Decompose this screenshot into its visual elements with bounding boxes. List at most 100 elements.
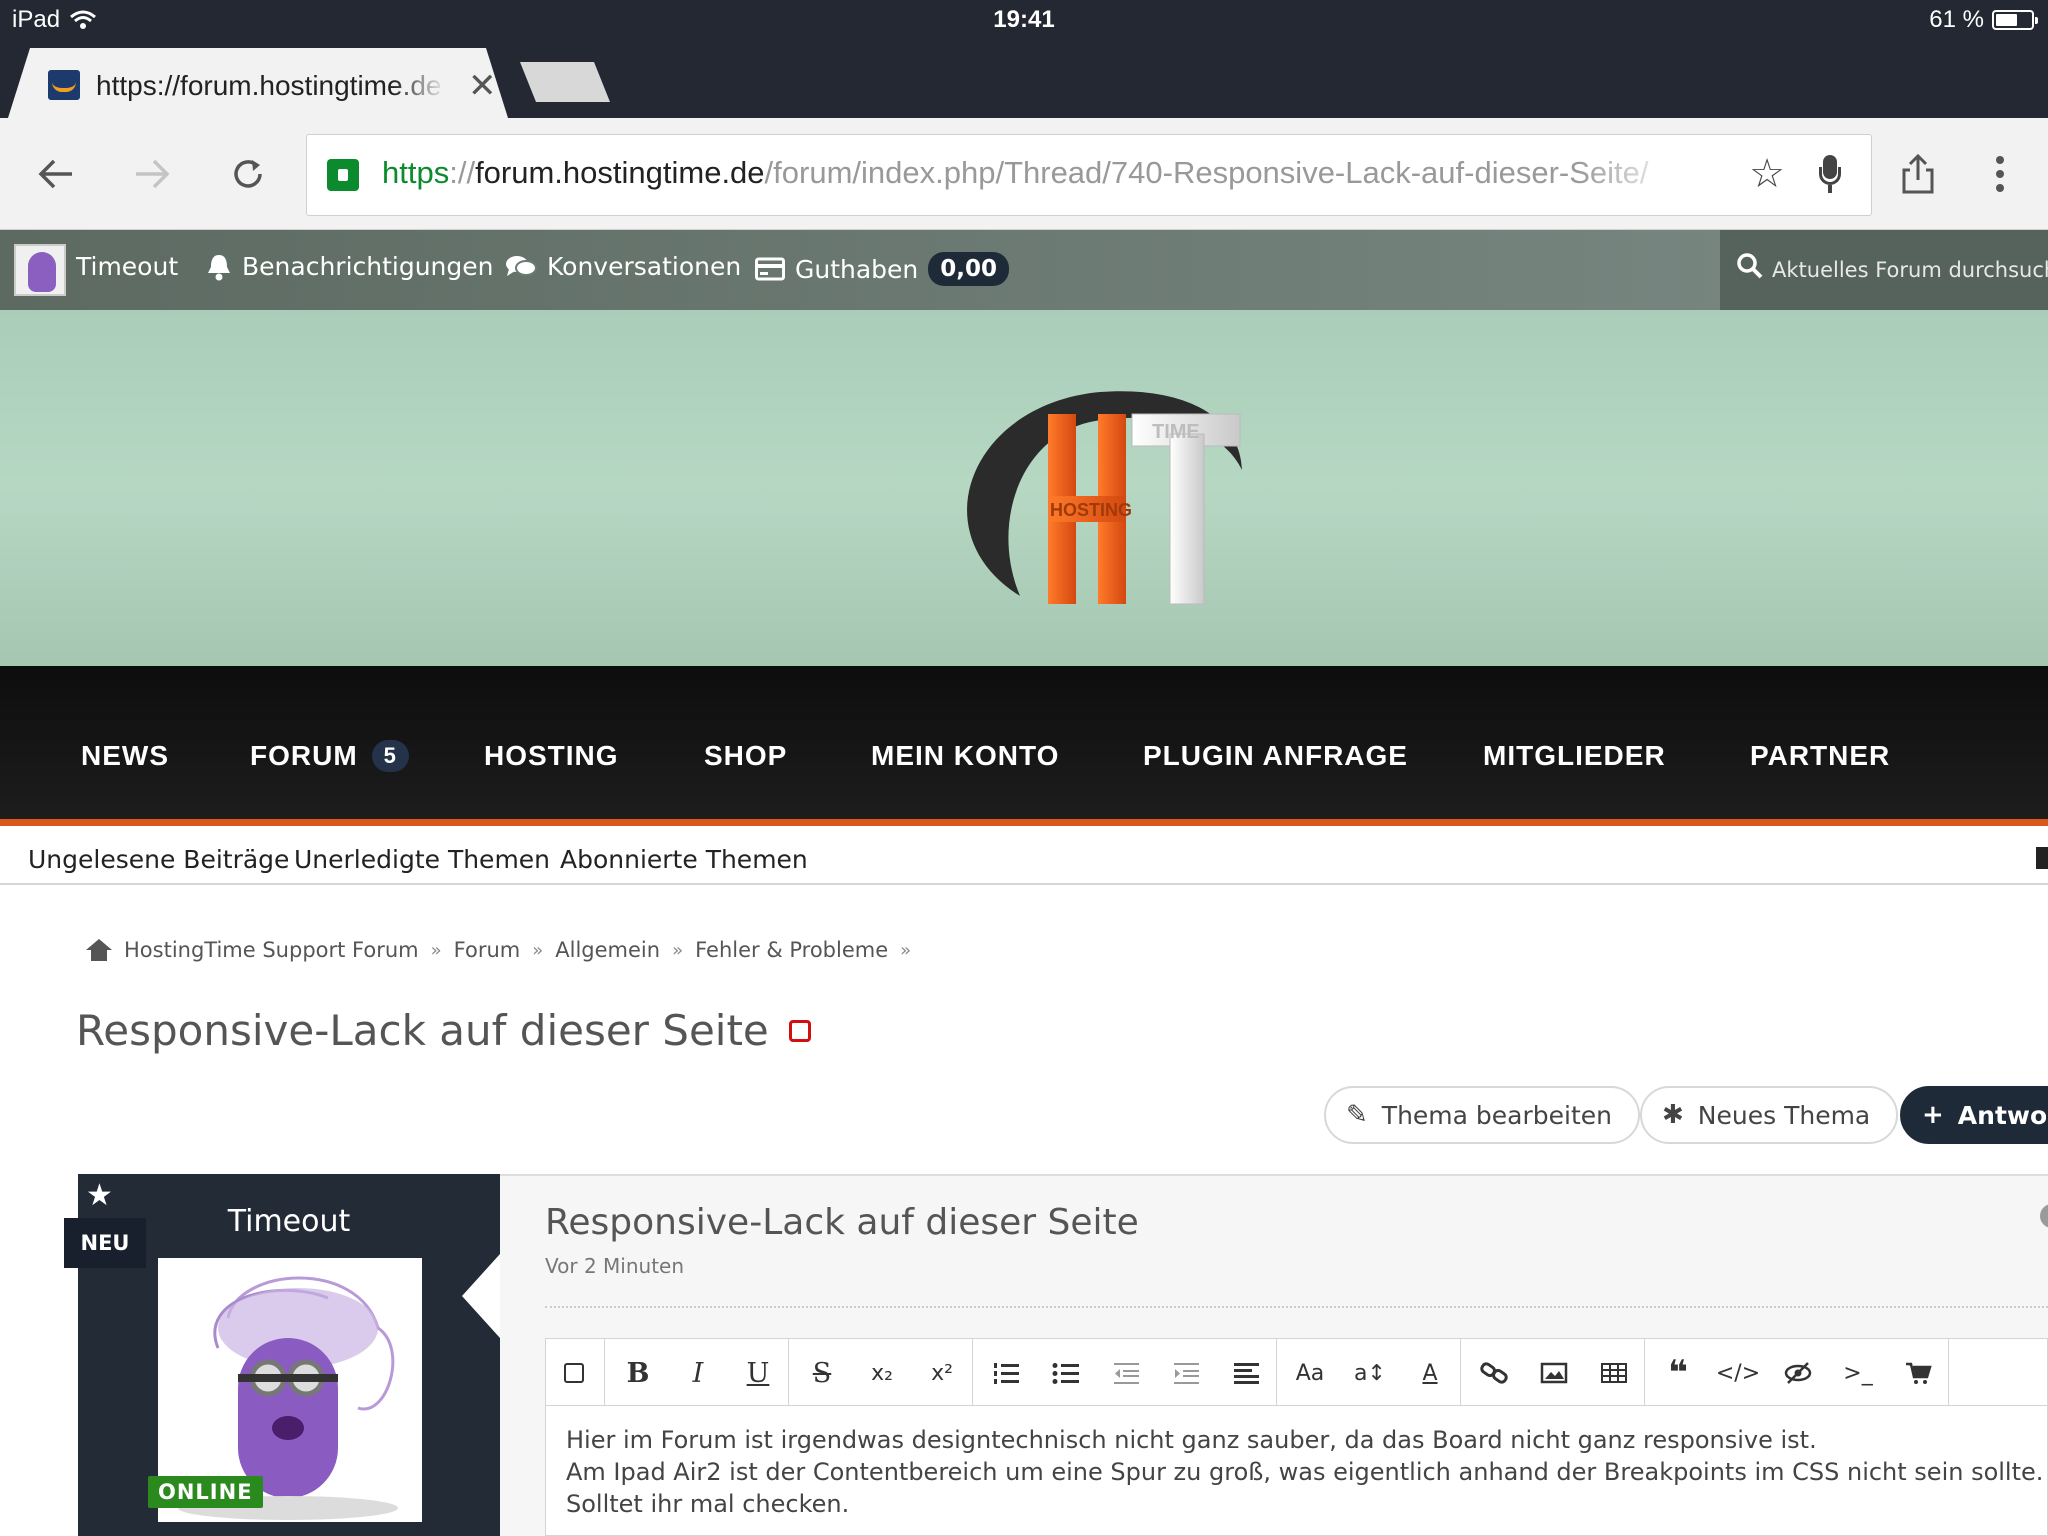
breadcrumb-separator: » <box>672 939 684 961</box>
bold-icon[interactable]: B <box>616 1351 660 1395</box>
conversations-label: Konversationen <box>547 252 742 281</box>
balance-link[interactable]: Guthaben 0,00 <box>755 252 1010 286</box>
pencil-icon: ✎ <box>1346 1100 1368 1130</box>
nav-forum[interactable]: FORUM 5 <box>250 740 409 772</box>
avatar-figure <box>28 252 56 292</box>
nav-mitglieder[interactable]: MITGLIEDER <box>1483 740 1666 772</box>
share-icon[interactable] <box>1890 146 1946 202</box>
breadcrumb-item[interactable]: Fehler & Probleme <box>695 938 888 962</box>
plus-icon: + <box>1922 1100 1944 1130</box>
nav-mein-konto[interactable]: MEIN KONTO <box>871 740 1059 772</box>
subnav-unresolved-threads[interactable]: Unerledigte Themen <box>294 845 550 874</box>
new-tab-button[interactable] <box>520 62 610 102</box>
font-color-icon[interactable]: A <box>1408 1351 1452 1395</box>
browser-toolbar: https://forum.hostingtime.de/forum/index… <box>0 118 2048 230</box>
nav-plugin-anfrage-label: PLUGIN ANFRAGE <box>1143 740 1408 771</box>
align-icon[interactable] <box>1224 1351 1268 1395</box>
url-path: /forum/index.php/Thread/740-Responsive-L… <box>764 155 1649 190</box>
reply-button[interactable]: + Antworten <box>1900 1086 2048 1144</box>
microphone-icon[interactable] <box>1819 155 1841 193</box>
post-editor-textarea[interactable]: Hier im Forum ist irgendwas designtechni… <box>545 1406 2048 1536</box>
reload-icon[interactable] <box>220 146 276 202</box>
battery-icon <box>1992 10 2038 30</box>
code-icon[interactable]: </> <box>1716 1351 1760 1395</box>
breadcrumb-separator: » <box>532 939 544 961</box>
page-title: Responsive-Lack auf dieser Seite <box>76 1006 811 1055</box>
hostingtime-logo[interactable]: HOSTING TIME <box>950 374 1250 614</box>
toolbar-separator <box>972 1339 973 1407</box>
asterisk-icon: ✱ <box>1662 1100 1684 1130</box>
logo-hosting-text: HOSTING <box>1050 500 1132 520</box>
status-right: 61 % <box>1929 6 2038 34</box>
reply-label: Antworten <box>1957 1100 2048 1130</box>
italic-icon[interactable]: I <box>676 1351 720 1395</box>
table-icon[interactable] <box>1592 1351 1636 1395</box>
shopping-cart-icon[interactable] <box>1896 1351 1940 1395</box>
thread-status-icon <box>788 1019 811 1042</box>
nav-plugin-anfrage[interactable]: PLUGIN ANFRAGE <box>1143 740 1408 772</box>
status-time: 19:41 <box>993 6 1055 33</box>
font-family-icon[interactable]: Aa <box>1288 1351 1332 1395</box>
underline-icon[interactable]: U <box>736 1351 780 1395</box>
nav-shop[interactable]: SHOP <box>704 740 787 772</box>
new-member-tag: NEU <box>64 1218 146 1268</box>
nav-partner[interactable]: PARTNER <box>1750 740 1890 772</box>
user-avatar[interactable] <box>14 244 66 296</box>
search-placeholder: Aktuelles Forum durchsuchen <box>1772 258 2048 282</box>
breadcrumb-item[interactable]: Forum <box>454 938 521 962</box>
image-icon[interactable] <box>1532 1351 1576 1395</box>
tab-close-icon[interactable]: ✕ <box>468 66 497 106</box>
back-arrow-icon[interactable] <box>28 146 84 202</box>
quote-icon[interactable]: ❝ <box>1656 1351 1700 1395</box>
star-icon[interactable]: ☆ <box>1749 151 1785 197</box>
subnav-unread-posts[interactable]: Ungelesene Beiträge <box>28 845 289 874</box>
font-size-icon[interactable]: a↕ <box>1348 1351 1392 1395</box>
editor-toolbar: B I U S x₂ x² Aa a↕ A ❝ </> >_ <box>545 1338 2048 1407</box>
address-bar[interactable]: https://forum.hostingtime.de/forum/index… <box>306 134 1872 216</box>
logo-time-text: TIME <box>1152 421 1200 443</box>
nav-partner-label: PARTNER <box>1750 740 1891 771</box>
forward-arrow-icon[interactable] <box>124 146 180 202</box>
nav-mein-konto-label: MEIN KONTO <box>871 740 1060 771</box>
notifications-link[interactable]: Benachrichtigungen <box>206 252 494 281</box>
superscript-icon[interactable]: x² <box>920 1351 964 1395</box>
nav-forum-count: 5 <box>371 740 409 772</box>
subnav-subscribed-threads[interactable]: Abonnierte Themen <box>560 845 808 874</box>
link-icon[interactable] <box>1472 1351 1516 1395</box>
home-icon[interactable] <box>86 939 112 961</box>
nav-mitglieder-label: MITGLIEDER <box>1483 740 1666 771</box>
mic-pole <box>1828 185 1832 193</box>
ordered-list-icon[interactable] <box>984 1351 1028 1395</box>
new-thread-button[interactable]: ✱ Neues Thema <box>1640 1086 1899 1144</box>
unordered-list-icon[interactable] <box>1044 1351 1088 1395</box>
conversations-link[interactable]: Konversationen <box>505 252 741 281</box>
flag-icon[interactable] <box>2036 847 2048 869</box>
new-thread-label: Neues Thema <box>1697 1100 1871 1130</box>
spoiler-eye-icon[interactable] <box>1776 1351 1820 1395</box>
forum-search-box[interactable]: Aktuelles Forum durchsuchen <box>1720 230 2048 310</box>
main-navigation: NEWS FORUM 5 HOSTING SHOP MEIN KONTO PLUG… <box>0 666 2048 826</box>
breadcrumb-item[interactable]: Allgemein <box>555 938 660 962</box>
post-divider <box>545 1306 2048 1308</box>
toolbar-separator <box>788 1339 789 1407</box>
nav-news[interactable]: NEWS <box>81 740 169 772</box>
strikethrough-icon[interactable]: S <box>800 1351 844 1395</box>
more-menu-icon[interactable] <box>1972 146 2028 202</box>
search-icon <box>1737 253 1763 279</box>
nav-hosting[interactable]: HOSTING <box>484 740 619 772</box>
url-separator: :// <box>449 155 476 190</box>
browser-tab-active[interactable]: https://forum.hostingtime.de ✕ <box>8 48 508 118</box>
edit-thread-button[interactable]: ✎ Thema bearbeiten <box>1324 1086 1640 1144</box>
ios-status-bar: iPad 19:41 61 % <box>0 0 2048 40</box>
post-timestamp[interactable]: Vor 2 Minuten <box>545 1254 684 1278</box>
user-menu-link[interactable]: Timeout <box>76 252 178 281</box>
nav-hosting-label: HOSTING <box>484 740 619 771</box>
source-mode-icon[interactable] <box>552 1351 596 1395</box>
editor-text-line: Hier im Forum ist irgendwas designtechni… <box>566 1426 1817 1454</box>
editor-text-line: Solltet ihr mal checken. <box>566 1490 850 1518</box>
subscript-icon[interactable]: x₂ <box>860 1351 904 1395</box>
breadcrumb-item[interactable]: HostingTime Support Forum <box>124 938 419 962</box>
indent-icon[interactable] <box>1164 1351 1208 1395</box>
terminal-icon[interactable]: >_ <box>1836 1351 1880 1395</box>
outdent-icon[interactable] <box>1104 1351 1148 1395</box>
